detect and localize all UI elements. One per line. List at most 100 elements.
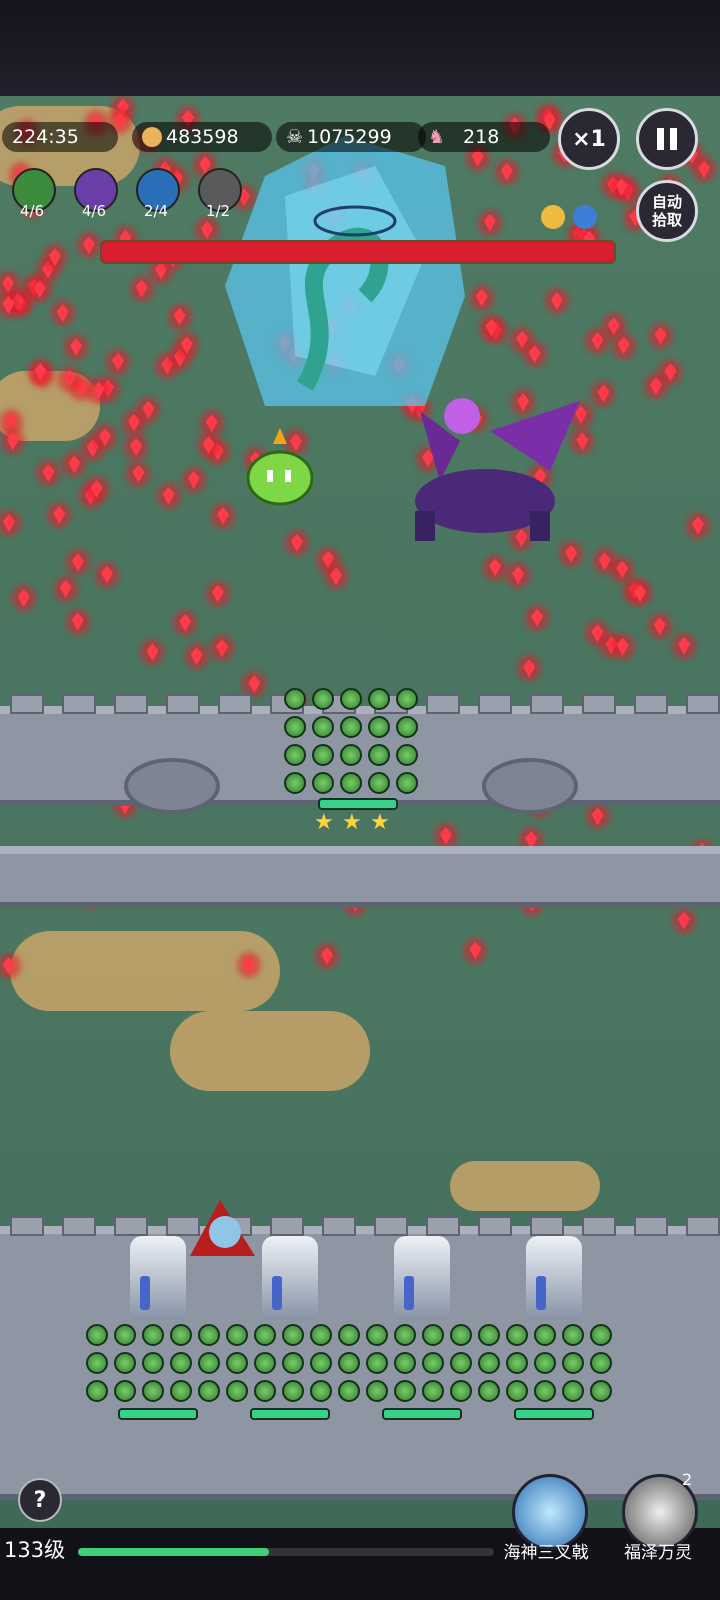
crenel [582, 694, 616, 714]
crenel [478, 694, 512, 714]
defender-unit[interactable] [130, 1236, 186, 1320]
power-orb [338, 1380, 360, 1402]
red-gem [130, 438, 142, 456]
red-hooded-hero[interactable] [180, 1196, 270, 1266]
green-slime-enemy[interactable] [245, 426, 315, 506]
crenel [62, 694, 96, 714]
ability-name-trident: 海神三叉戟 [503, 1543, 589, 1563]
red-gem [49, 248, 61, 266]
red-gem [42, 464, 54, 482]
boss-hp-fill [102, 242, 614, 262]
crenel [114, 1216, 148, 1236]
crenel [530, 694, 564, 714]
red-gem [678, 637, 690, 655]
power-orb [310, 1352, 332, 1374]
red-gem [330, 567, 342, 585]
power-orb [422, 1352, 444, 1374]
red-gem [291, 534, 303, 552]
power-orb [170, 1352, 192, 1374]
crenel [478, 1216, 512, 1236]
power-orb [368, 688, 390, 710]
red-gem [68, 455, 80, 473]
battlefield: ★ ★ ★ [0, 96, 720, 1528]
red-gem [142, 401, 154, 419]
power-orb [142, 1352, 164, 1374]
star-icon: ★ [342, 810, 362, 835]
power-orb [86, 1380, 108, 1402]
power-orb [366, 1324, 388, 1346]
red-gem [551, 292, 563, 310]
power-orb [396, 772, 418, 794]
red-gem [599, 552, 611, 570]
pause-button[interactable] [636, 108, 698, 170]
power-orb [394, 1380, 416, 1402]
power-orb [478, 1352, 500, 1374]
power-orb [506, 1324, 528, 1346]
sand-patch [170, 1011, 370, 1091]
speed-button[interactable]: ×1 [558, 108, 620, 170]
power-orb [394, 1352, 416, 1374]
auto-pickup-label: 自动 拾取 [651, 193, 682, 229]
crenel [634, 1216, 668, 1236]
red-gem [7, 432, 19, 450]
lower-castle-wall [0, 1226, 720, 1500]
crenel [374, 1216, 408, 1236]
power-orb [366, 1352, 388, 1374]
crystal-serpent-boss[interactable] [225, 136, 470, 416]
skill-count: 2/4 [143, 202, 169, 220]
power-orb [226, 1352, 248, 1374]
red-gem [692, 517, 704, 535]
power-orb [284, 772, 306, 794]
red-gem [440, 827, 452, 845]
power-orb [590, 1352, 612, 1374]
power-orb [340, 772, 362, 794]
power-orb [198, 1324, 220, 1346]
power-orb [338, 1324, 360, 1346]
unit-hp-bar [514, 1408, 594, 1420]
power-orb [226, 1380, 248, 1402]
crenel [270, 1216, 304, 1236]
red-gem [63, 370, 75, 388]
red-gem [616, 178, 628, 196]
help-button[interactable]: ? [18, 1478, 62, 1522]
power-orb [114, 1352, 136, 1374]
defender-unit[interactable] [262, 1236, 318, 1320]
power-orb [506, 1352, 528, 1374]
power-orb [368, 716, 390, 738]
red-gem [34, 280, 46, 298]
skill-count: 1/2 [205, 202, 231, 220]
red-gem [489, 559, 501, 577]
red-gem [485, 319, 497, 337]
red-gem [655, 327, 667, 345]
ability-name-spirit: 福泽万灵 [624, 1543, 692, 1563]
power-orb [282, 1324, 304, 1346]
red-gem [2, 275, 14, 293]
defender-unit[interactable] [526, 1236, 582, 1320]
timer-display: 224:35 [2, 122, 118, 152]
power-orb [562, 1380, 584, 1402]
power-orb [312, 744, 334, 766]
crenel [10, 694, 44, 714]
crenel [322, 1216, 356, 1236]
red-gem [179, 614, 191, 632]
power-orb [450, 1352, 472, 1374]
red-gem [72, 613, 84, 631]
red-gem [618, 337, 630, 355]
red-gem [112, 353, 124, 371]
red-gem [531, 609, 543, 627]
star-icon: ★ [314, 810, 334, 835]
red-gem [92, 382, 104, 400]
purple-dragon-enemy[interactable] [400, 391, 585, 551]
turret-gun [536, 1276, 546, 1310]
power-orb [590, 1324, 612, 1346]
auto-pickup-button[interactable]: 自动 拾取 [636, 180, 698, 242]
power-orb [394, 1324, 416, 1346]
red-gem [70, 338, 82, 356]
red-gem [654, 617, 666, 635]
red-gem [203, 436, 215, 454]
unit-hp-bar [250, 1408, 330, 1420]
power-orb [396, 716, 418, 738]
timer-text: 224:35 [12, 126, 79, 148]
defender-unit[interactable] [394, 1236, 450, 1320]
power-orb [368, 772, 390, 794]
